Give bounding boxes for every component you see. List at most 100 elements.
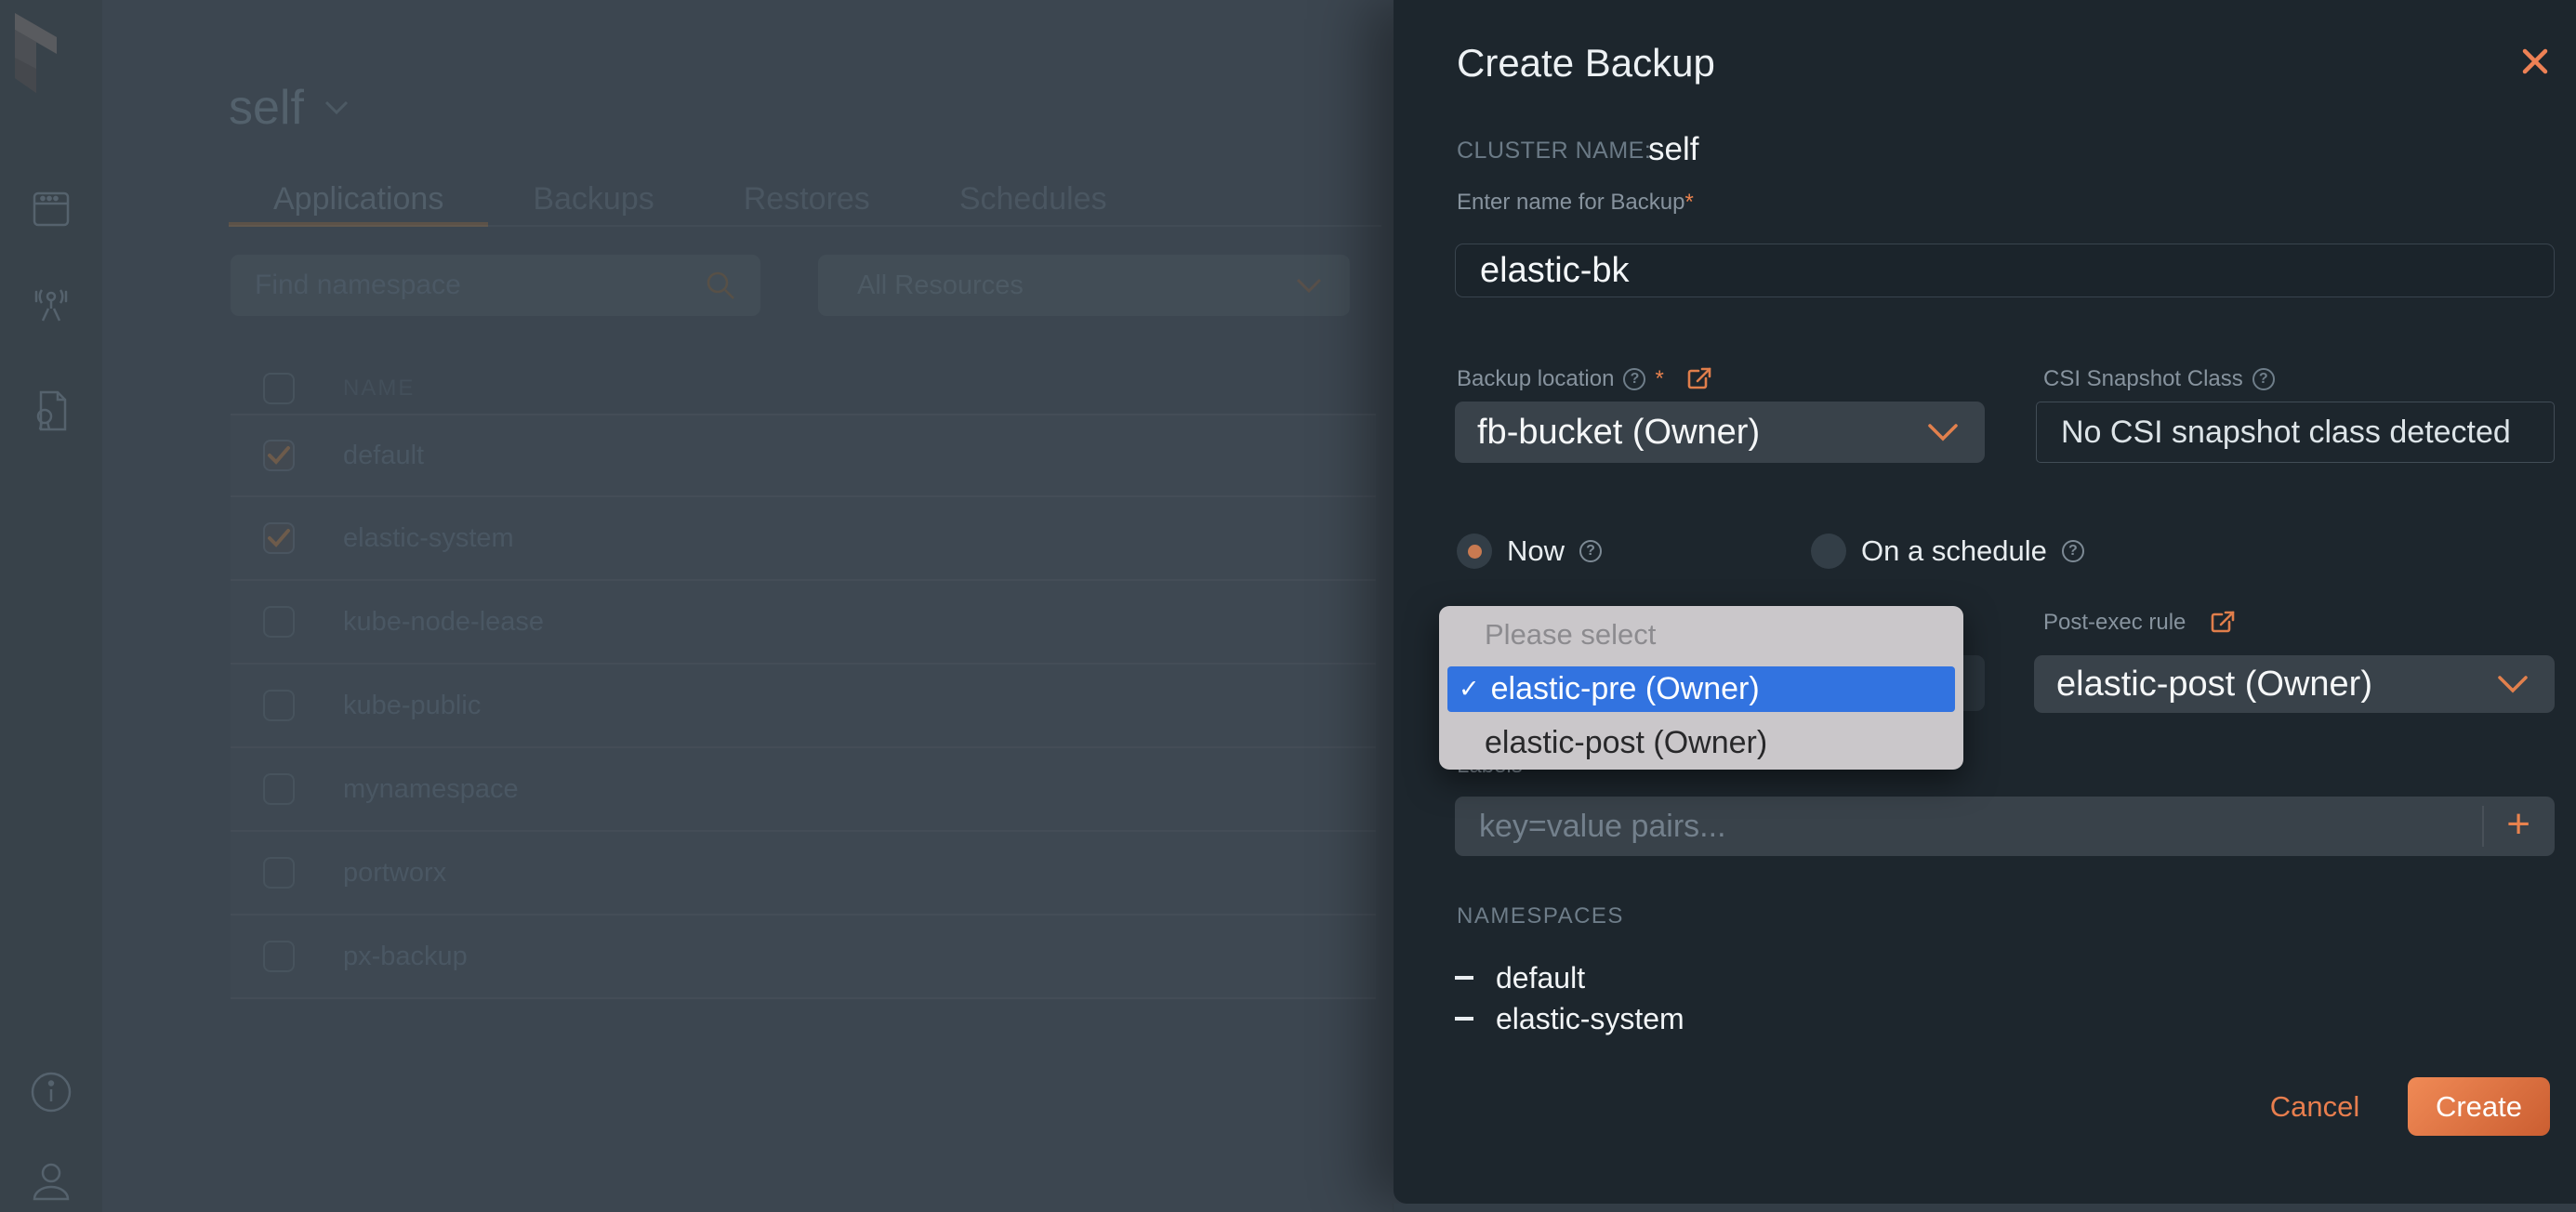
- table-row[interactable]: kube-public: [231, 665, 1376, 748]
- sidebar: [0, 0, 102, 1212]
- main-content: self Applications Backups Restores Schedule…: [102, 0, 1393, 1212]
- cancel-button[interactable]: Cancel: [2254, 1086, 2375, 1128]
- table-header: NAME: [231, 370, 1376, 407]
- info-icon[interactable]: [0, 1071, 102, 1113]
- search-icon: [705, 270, 736, 301]
- tab-backups[interactable]: Backups: [488, 175, 698, 223]
- name-column-header: NAME: [343, 375, 416, 401]
- portworx-logo: [13, 11, 58, 95]
- csi-snapshot-class-field[interactable]: No CSI snapshot class detected: [2036, 402, 2555, 463]
- required-asterisk: *: [1684, 190, 1694, 215]
- table-row[interactable]: px-backup: [231, 916, 1376, 999]
- menu-option[interactable]: elastic-post (Owner): [1485, 725, 1767, 761]
- help-icon[interactable]: ?: [2252, 368, 2275, 390]
- cluster-title[interactable]: self: [229, 80, 349, 136]
- table-row[interactable]: default: [231, 414, 1376, 497]
- tabs-divider: [229, 225, 1381, 227]
- checkbox-unchecked[interactable]: [263, 941, 295, 972]
- close-icon[interactable]: [2522, 48, 2552, 78]
- namespace-name: kube-public: [343, 690, 482, 720]
- backup-location-label: Backup location ? *: [1457, 366, 1712, 392]
- tab-applications[interactable]: Applications: [229, 175, 489, 227]
- backup-name-value: elastic-bk: [1480, 250, 1630, 290]
- namespace-name: default: [343, 440, 425, 470]
- help-icon[interactable]: ?: [1579, 540, 1603, 562]
- post-exec-rule-label: Post-exec rule: [2043, 610, 2236, 636]
- help-icon[interactable]: ?: [1623, 368, 1646, 390]
- help-icon[interactable]: ?: [2061, 540, 2084, 562]
- panel-title: Create Backup: [1457, 41, 1715, 85]
- pre-exec-rule-open-menu: Please select ✓ elastic-pre (Owner) elas…: [1439, 606, 1963, 770]
- chevron-down-icon: [1296, 278, 1322, 294]
- chevron-down-icon: [324, 100, 349, 115]
- app-window-icon[interactable]: [0, 191, 102, 227]
- namespace-name: px-backup: [343, 941, 468, 971]
- radio-selected-icon: [1457, 534, 1492, 569]
- add-label-button[interactable]: +: [2506, 804, 2530, 845]
- post-exec-rule-value: elastic-post (Owner): [2056, 664, 2372, 704]
- checkbox-unchecked[interactable]: [263, 690, 295, 721]
- labels-placeholder: key=value pairs...: [1479, 808, 1726, 844]
- radio-schedule-label: On a schedule: [1861, 534, 2047, 567]
- namespaces-list: default elastic-system: [1455, 957, 1684, 1039]
- user-icon[interactable]: [0, 1160, 102, 1203]
- below-panel-strip: [1394, 1204, 2576, 1212]
- namespace-name: kube-node-lease: [343, 606, 545, 637]
- post-exec-rule-dropdown[interactable]: elastic-post (Owner): [2034, 655, 2555, 713]
- resources-filter-dropdown[interactable]: All Resources: [818, 255, 1350, 316]
- backup-location-value: fb-bucket (Owner): [1477, 412, 1761, 452]
- cluster-title-text: self: [229, 81, 304, 135]
- table-row[interactable]: kube-node-lease: [231, 581, 1376, 665]
- checkbox-checked[interactable]: [263, 522, 295, 554]
- namespace-table: default elastic-system kube-node-lease kube…: [231, 414, 1376, 999]
- radio-now-label: Now: [1507, 534, 1565, 567]
- table-row[interactable]: mynamespace: [231, 748, 1376, 832]
- backup-name-label: Enter name for Backup*: [1457, 190, 1694, 215]
- namespace-list-item: elastic-system: [1455, 998, 1684, 1039]
- table-row[interactable]: elastic-system: [231, 497, 1376, 581]
- csi-snapshot-class-label: CSI Snapshot Class ?: [2043, 366, 2275, 392]
- checkbox-unchecked[interactable]: [263, 773, 295, 805]
- radio-now[interactable]: Now ?: [1457, 534, 1603, 569]
- divider: [2482, 806, 2485, 847]
- tab-schedules[interactable]: Schedules: [915, 175, 1152, 223]
- namespace-name: elastic-system: [343, 522, 514, 553]
- cluster-name-value: self: [1648, 131, 1699, 167]
- radio-unselected-icon: [1811, 534, 1846, 569]
- namespace-list-item: default: [1455, 957, 1684, 998]
- table-row[interactable]: portworx: [231, 832, 1376, 916]
- chevron-down-icon: [2497, 675, 2529, 693]
- external-link-icon[interactable]: [2210, 610, 2236, 636]
- labels-input[interactable]: key=value pairs... +: [1455, 797, 2555, 856]
- namespace-name: portworx: [343, 857, 447, 888]
- document-badge-icon[interactable]: [0, 390, 102, 431]
- namespace-search-input[interactable]: Find namespace: [231, 255, 760, 316]
- dash-icon: [1455, 1017, 1473, 1021]
- create-button[interactable]: Create: [2408, 1077, 2550, 1136]
- menu-option-placeholder[interactable]: Please select: [1485, 618, 1656, 652]
- broadcast-tower-icon[interactable]: [0, 283, 102, 322]
- create-backup-panel: Create Backup CLUSTER NAME: self Enter n…: [1394, 0, 2576, 1204]
- external-link-icon[interactable]: [1686, 366, 1712, 392]
- resources-filter-value: All Resources: [857, 270, 1024, 300]
- checkbox-checked[interactable]: [263, 440, 295, 471]
- menu-option-selected[interactable]: ✓ elastic-pre (Owner): [1447, 666, 1955, 712]
- check-icon: ✓: [1459, 675, 1480, 703]
- radio-on-a-schedule[interactable]: On a schedule ?: [1811, 534, 2084, 569]
- backup-name-input[interactable]: elastic-bk: [1455, 244, 2555, 297]
- namespaces-heading: NAMESPACES: [1457, 903, 1624, 929]
- dash-icon: [1455, 976, 1473, 980]
- px-backup-app: self Applications Backups Restores Schedule…: [0, 0, 2576, 1212]
- search-placeholder: Find namespace: [255, 270, 461, 300]
- checkbox-unchecked[interactable]: [263, 857, 295, 889]
- tabs: Applications Backups Restores Schedules: [229, 175, 1152, 227]
- csi-snapshot-class-value: No CSI snapshot class detected: [2061, 414, 2511, 450]
- checkbox-unchecked[interactable]: [263, 606, 295, 638]
- chevron-down-icon: [1927, 423, 1959, 441]
- namespace-name: mynamespace: [343, 773, 519, 804]
- backup-location-dropdown[interactable]: fb-bucket (Owner): [1455, 402, 1985, 463]
- tab-restores[interactable]: Restores: [699, 175, 915, 223]
- cluster-name-label: CLUSTER NAME:: [1457, 138, 1652, 164]
- select-all-checkbox[interactable]: [263, 373, 295, 404]
- required-asterisk: *: [1655, 366, 1664, 391]
